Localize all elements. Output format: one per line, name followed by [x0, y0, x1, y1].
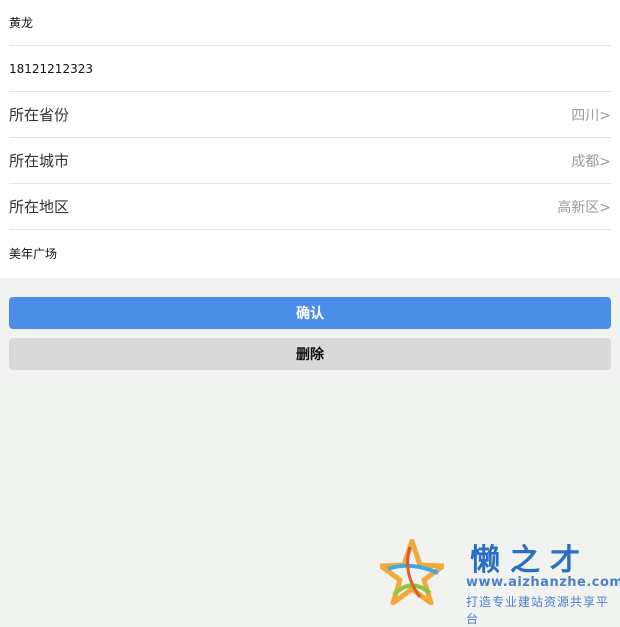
city-selector[interactable]: 所在城市 成都> — [9, 138, 611, 184]
address-form: 所在省份 四川> 所在城市 成都> 所在地区 高新区> — [0, 0, 620, 278]
phone-row[interactable] — [9, 46, 611, 92]
district-selector[interactable]: 所在地区 高新区> — [9, 184, 611, 230]
name-input[interactable] — [9, 15, 611, 30]
watermark: 懒之才 www.aizhanzhe.com 打造专业建站资源共享平台 — [378, 535, 620, 626]
watermark-title: 懒之才 — [470, 543, 590, 578]
phone-input[interactable] — [9, 61, 611, 76]
district-label: 所在地区 — [9, 198, 70, 216]
province-value[interactable]: 四川> — [571, 105, 611, 125]
city-value[interactable]: 成都> — [571, 151, 611, 171]
watermark-slogan: 打造专业建站资源共享平台 — [466, 595, 610, 626]
address-row[interactable] — [9, 230, 611, 276]
province-selector[interactable]: 所在省份 四川> — [9, 92, 611, 138]
delete-button[interactable]: 删除 — [9, 338, 611, 370]
watermark-url: www.aizhanzhe.com — [466, 575, 620, 590]
name-row[interactable] — [9, 0, 611, 46]
province-label: 所在省份 — [9, 106, 70, 124]
confirm-button[interactable]: 确认 — [9, 297, 611, 329]
district-value[interactable]: 高新区> — [557, 197, 611, 217]
address-input[interactable] — [9, 246, 611, 260]
city-label: 所在城市 — [9, 152, 70, 170]
star-logo-icon — [380, 539, 444, 605]
